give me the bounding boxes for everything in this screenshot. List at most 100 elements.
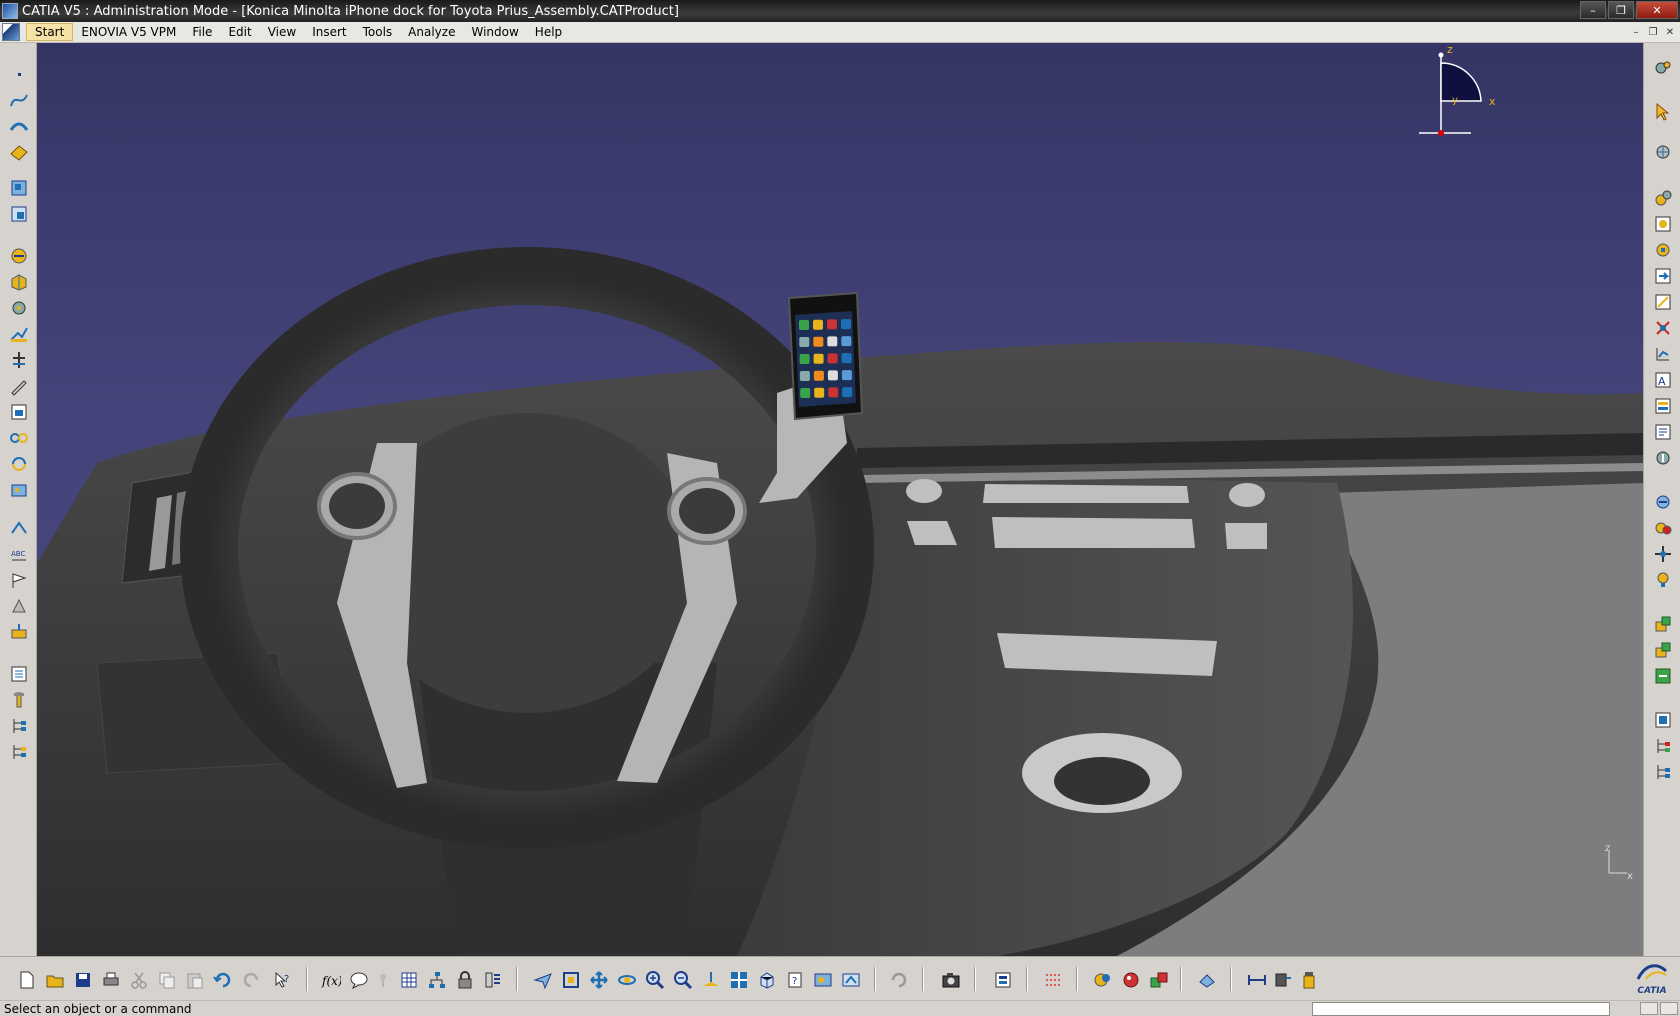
insert-part-icon[interactable] — [1652, 639, 1674, 661]
status-button-2[interactable] — [1660, 1002, 1678, 1015]
parameters-icon[interactable] — [1652, 141, 1674, 163]
render-icon[interactable] — [1092, 969, 1114, 991]
menu-tools[interactable]: Tools — [355, 24, 401, 40]
spline-icon[interactable] — [8, 89, 30, 111]
sketch-plane-icon[interactable] — [8, 141, 30, 163]
law-icon[interactable] — [1652, 343, 1674, 365]
insert-product-icon[interactable] — [1652, 613, 1674, 635]
window-title-bar[interactable]: CATIA V5 : Administration Mode - [Konica… — [0, 0, 1680, 22]
measure-icon[interactable] — [8, 517, 30, 539]
clash-icon[interactable] — [8, 595, 30, 617]
camera-icon[interactable] — [940, 969, 962, 991]
product-icon[interactable] — [8, 177, 30, 199]
status-button-1[interactable] — [1640, 1002, 1658, 1015]
3d-viewport[interactable]: z x y z x — [37, 43, 1643, 956]
design-table-icon[interactable] — [1652, 291, 1674, 313]
new-icon[interactable] — [16, 969, 38, 991]
knowledge-icon[interactable] — [1652, 57, 1674, 79]
hide-show-icon[interactable] — [812, 969, 834, 991]
minimize-button[interactable]: – — [1580, 1, 1606, 19]
environment-icon[interactable] — [1148, 969, 1170, 991]
maximize-button[interactable]: ❐ — [1608, 1, 1634, 19]
part-icon[interactable] — [8, 271, 30, 293]
redo-icon[interactable] — [240, 969, 262, 991]
print-icon[interactable] — [100, 969, 122, 991]
zoom-out-icon[interactable] — [672, 969, 694, 991]
menu-analyze[interactable]: Analyze — [400, 24, 463, 40]
menu-file[interactable]: File — [184, 24, 220, 40]
light-icon[interactable] — [1652, 569, 1674, 591]
grid-snap-icon[interactable] — [1042, 969, 1064, 991]
constraint-icon[interactable] — [8, 245, 30, 267]
doc-restore-button[interactable]: ❐ — [1645, 24, 1661, 40]
graph-tree-icon[interactable] — [1652, 735, 1674, 757]
formula-icon[interactable] — [1652, 317, 1674, 339]
material-icon[interactable] — [1120, 969, 1142, 991]
chain-icon[interactable] — [8, 427, 30, 449]
publish-icon[interactable] — [1652, 265, 1674, 287]
text-icon[interactable]: A — [1652, 369, 1674, 391]
save-icon[interactable] — [72, 969, 94, 991]
open-icon[interactable] — [44, 969, 66, 991]
rule-icon[interactable] — [1652, 187, 1674, 209]
menu-start[interactable]: Start — [26, 23, 74, 41]
catalog-icon[interactable] — [8, 663, 30, 685]
tree-icon[interactable] — [8, 715, 30, 737]
pin-icon[interactable] — [372, 969, 394, 991]
catia-menu-logo-icon[interactable] — [2, 23, 20, 41]
doc-minimize-button[interactable]: – — [1628, 24, 1644, 40]
compass-icon[interactable] — [1652, 543, 1674, 565]
cut-icon[interactable] — [128, 969, 150, 991]
replace-component-icon[interactable] — [1652, 709, 1674, 731]
renumber-icon[interactable] — [1652, 761, 1674, 783]
structure-icon[interactable] — [426, 969, 448, 991]
undo-icon[interactable] — [212, 969, 234, 991]
measure-item-icon[interactable] — [1272, 969, 1294, 991]
shading-icon[interactable]: ? — [784, 969, 806, 991]
menu-insert[interactable]: Insert — [304, 24, 354, 40]
compass[interactable]: z x y — [1419, 43, 1496, 136]
insert-existing-icon[interactable] — [1652, 665, 1674, 687]
point-icon[interactable] — [8, 63, 30, 85]
fastener-icon[interactable] — [8, 689, 30, 711]
rotate-icon[interactable] — [616, 969, 638, 991]
check-icon[interactable] — [1652, 213, 1674, 235]
fit-all-icon[interactable] — [560, 969, 582, 991]
filter-icon[interactable] — [482, 969, 504, 991]
catia-app-icon[interactable] — [2, 3, 18, 19]
update-icon[interactable] — [8, 453, 30, 475]
menu-enovia[interactable]: ENOVIA V5 VPM — [73, 24, 184, 40]
section-icon[interactable] — [8, 621, 30, 643]
list-icon[interactable] — [1652, 395, 1674, 417]
select-arrow-icon[interactable] — [1652, 101, 1674, 123]
text-annotation-icon[interactable]: ABC — [8, 543, 30, 565]
lock-icon[interactable] — [454, 969, 476, 991]
measure-inertia-icon[interactable] — [1298, 969, 1320, 991]
gear-icon[interactable] — [8, 297, 30, 319]
refresh-icon[interactable] — [888, 969, 910, 991]
command-input[interactable] — [1312, 1002, 1610, 1016]
copy-icon[interactable] — [156, 969, 178, 991]
reaction-icon[interactable] — [1652, 239, 1674, 261]
menu-view[interactable]: View — [260, 24, 304, 40]
surface-icon[interactable] — [8, 115, 30, 137]
swap-visible-icon[interactable] — [840, 969, 862, 991]
close-button[interactable]: ✕ — [1636, 1, 1678, 19]
simulation-icon[interactable] — [1652, 517, 1674, 539]
measure-between-icon[interactable] — [1246, 969, 1268, 991]
menu-help[interactable]: Help — [527, 24, 570, 40]
optimize-icon[interactable] — [1652, 447, 1674, 469]
iso-view-icon[interactable] — [756, 969, 778, 991]
pencil-icon[interactable] — [8, 375, 30, 397]
table-icon[interactable] — [398, 969, 420, 991]
formula-fx-icon[interactable]: f(x) — [320, 969, 342, 991]
manipulate-icon[interactable] — [8, 323, 30, 345]
report-icon[interactable] — [1652, 421, 1674, 443]
multi-view-icon[interactable] — [728, 969, 750, 991]
whats-this-icon[interactable]: ? — [272, 969, 294, 991]
snap-icon[interactable] — [8, 349, 30, 371]
comment-icon[interactable] — [348, 969, 370, 991]
doc-close-button[interactable]: ✕ — [1662, 24, 1678, 40]
scene-3d[interactable]: z x y z x — [37, 43, 1643, 956]
bill-of-material-icon[interactable] — [8, 401, 30, 423]
